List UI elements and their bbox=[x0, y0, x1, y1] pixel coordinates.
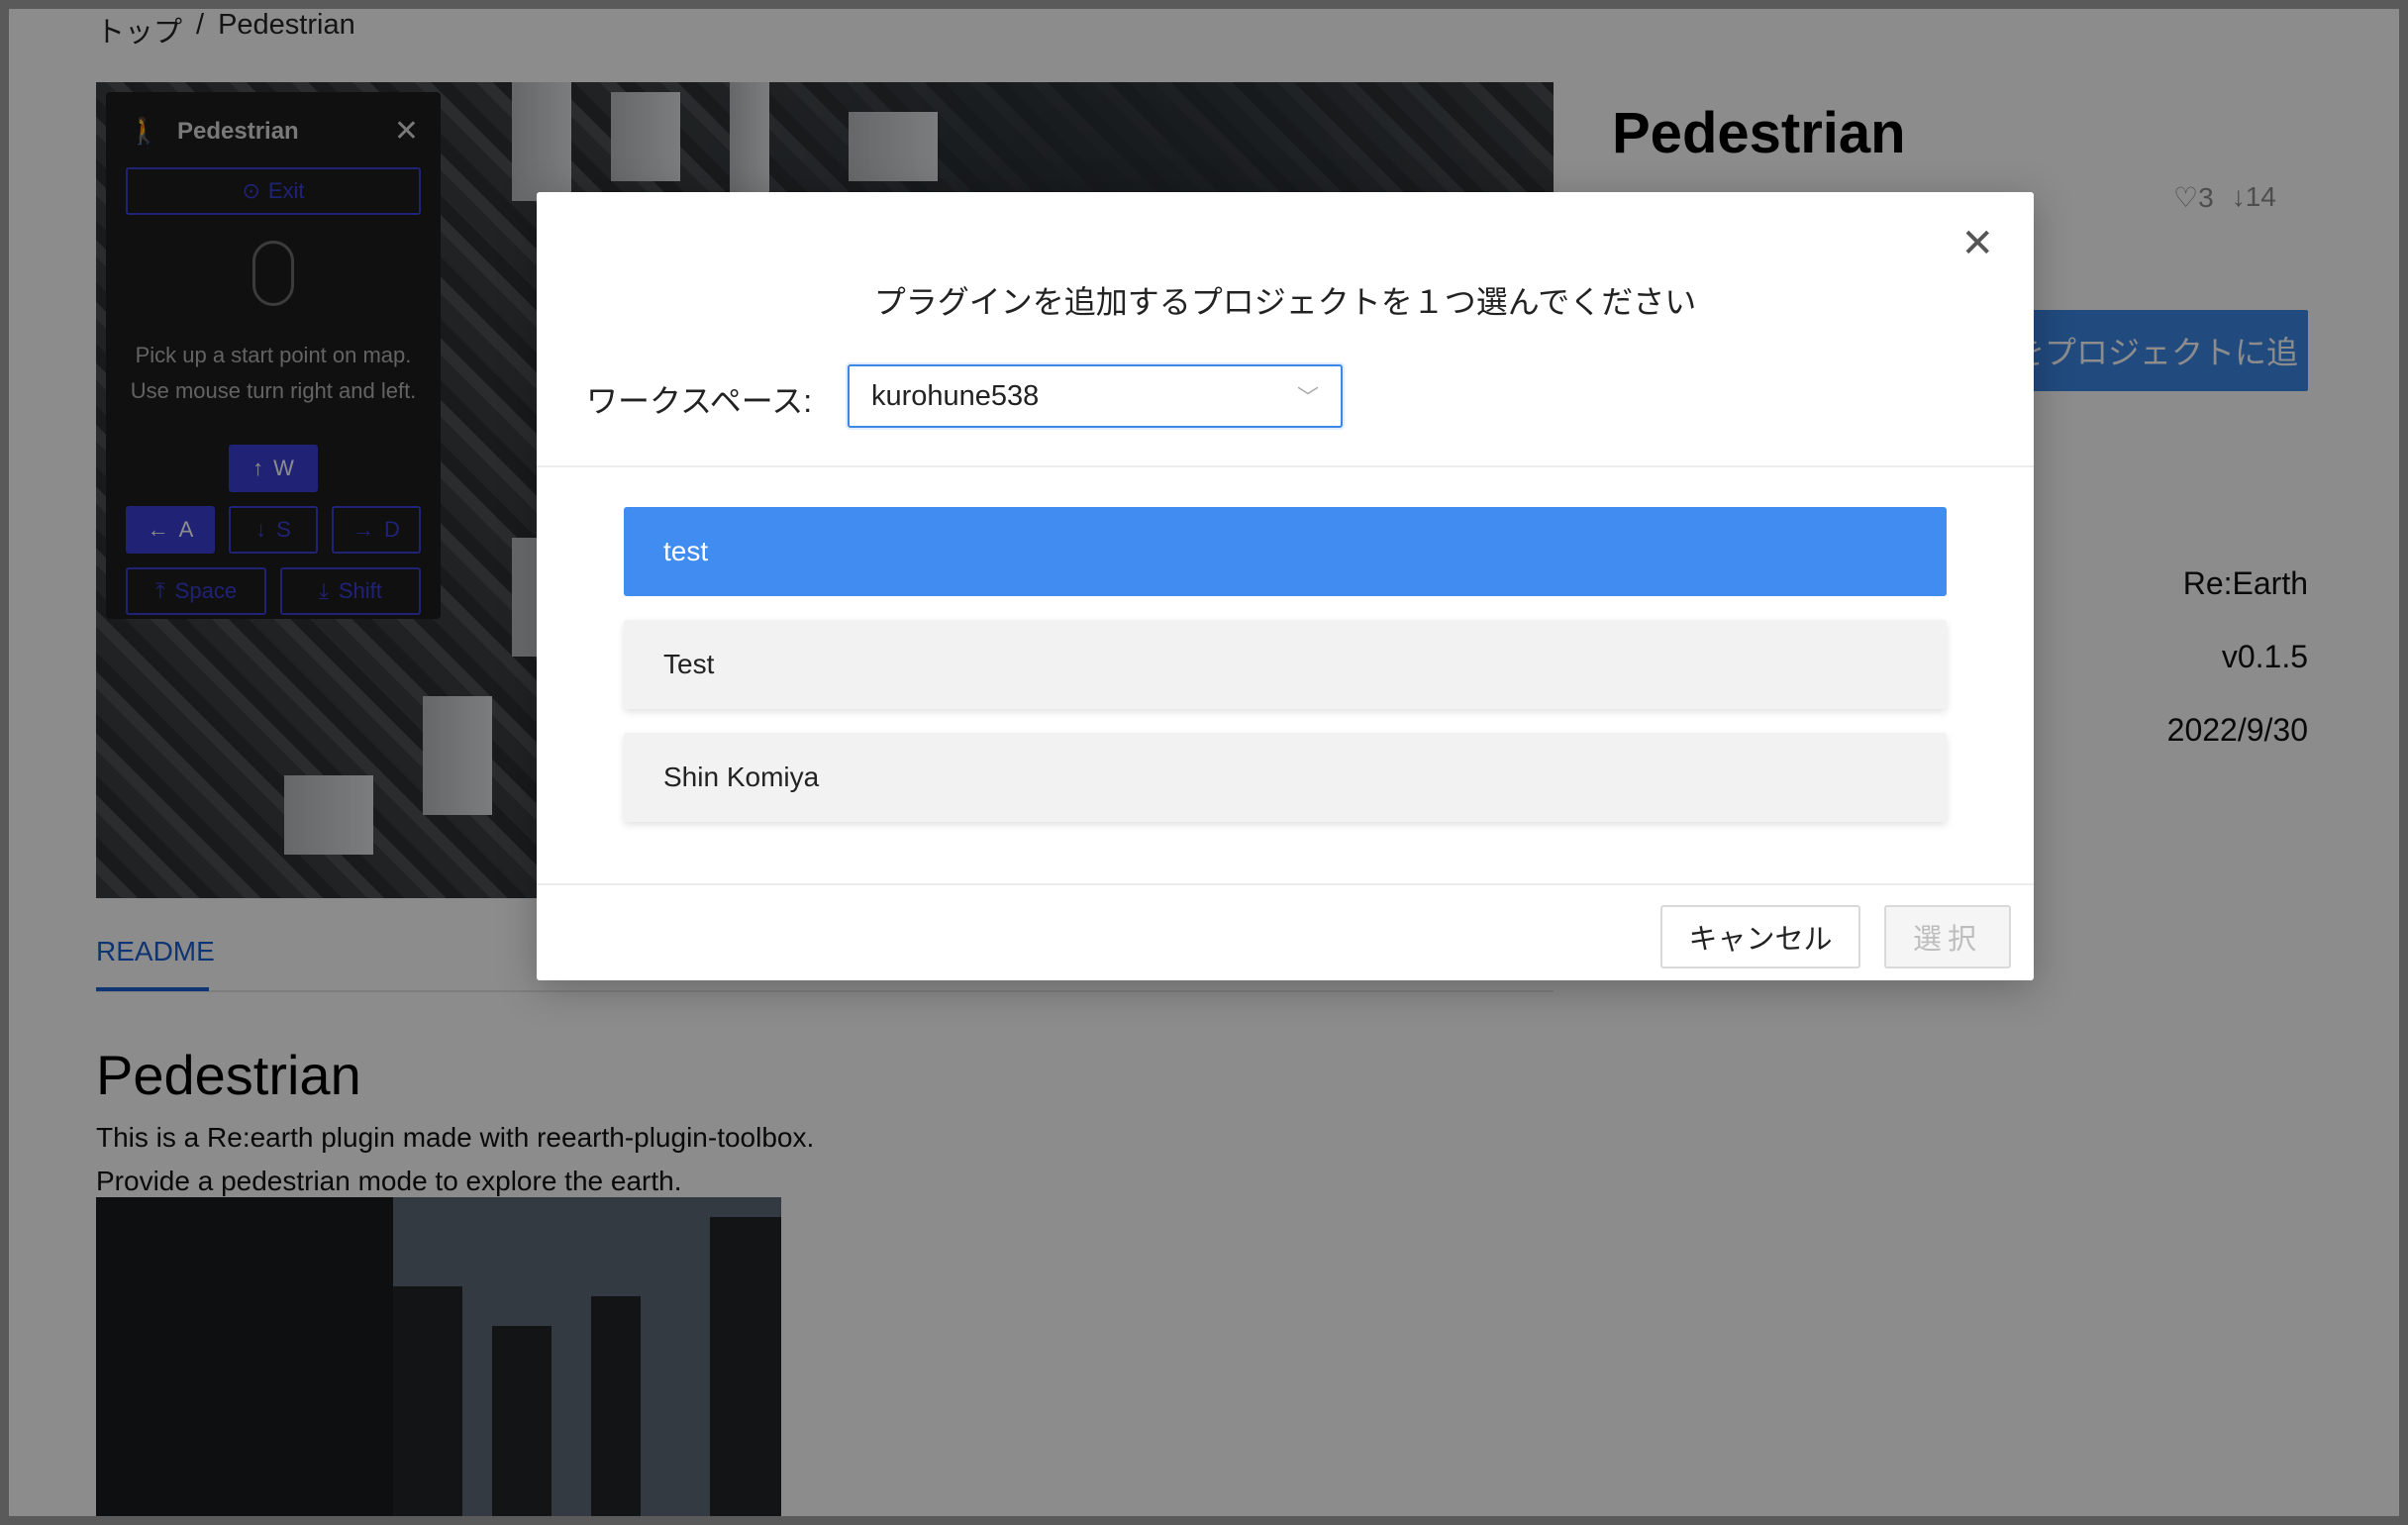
project-item[interactable]: Test bbox=[624, 620, 1947, 709]
select-project-modal: ✕ プラグインを追加するプロジェクトを１つ選んでください ワークスペース: ku… bbox=[537, 192, 2034, 980]
modal-header-divider bbox=[537, 465, 2034, 467]
modal-footer-divider bbox=[537, 883, 2034, 885]
workspace-select[interactable]: kurohune538 ﹀ bbox=[848, 364, 1343, 428]
select-button[interactable]: 選択 bbox=[1884, 905, 2011, 968]
workspace-label: ワークスペース: bbox=[586, 383, 813, 419]
project-item[interactable]: Shin Komiya bbox=[624, 733, 1947, 822]
project-item-selected[interactable]: test bbox=[624, 507, 1947, 596]
workspace-value: kurohune538 bbox=[871, 379, 1040, 412]
modal-title: プラグインを追加するプロジェクトを１つ選んでください bbox=[873, 284, 1697, 320]
close-icon[interactable]: ✕ bbox=[1960, 224, 1994, 263]
chevron-down-icon: ﹀ bbox=[1296, 385, 1319, 410]
cancel-button[interactable]: キャンセル bbox=[1660, 905, 1860, 968]
browser-frame: トップ / Pedestrian 🚶 Pedestrian ✕ ⊙ Exit P bbox=[9, 9, 2399, 1516]
